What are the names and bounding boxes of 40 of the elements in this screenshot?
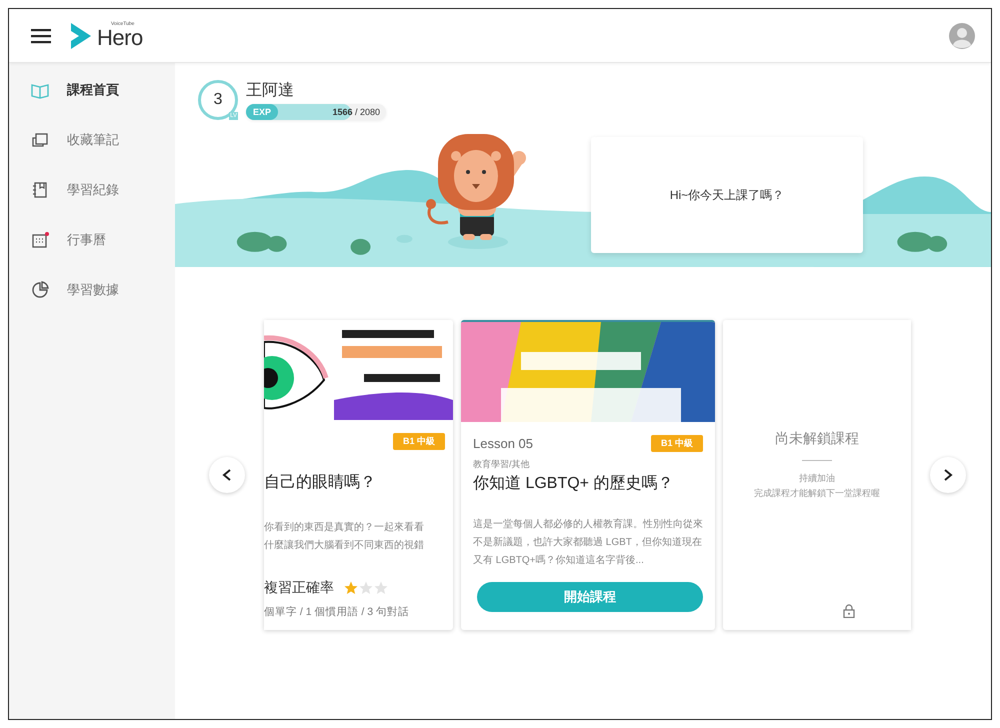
- star-icon: [359, 581, 373, 595]
- sidebar-item[interactable]: 學習紀錄: [9, 165, 175, 215]
- exp-count: 1566 / 2080: [332, 107, 380, 117]
- description-line: 你看到的東西是真實的？一起來看看: [264, 520, 425, 535]
- star-icon: [344, 581, 358, 595]
- previous-button[interactable]: [209, 457, 245, 493]
- exp-label: EXP: [246, 104, 278, 120]
- sidebar-item[interactable]: 學習數據: [9, 265, 175, 315]
- menu-icon[interactable]: [31, 28, 51, 44]
- play-triangle-icon: [69, 20, 93, 50]
- course-category: 教育學習/其他: [473, 458, 531, 471]
- locked-message: 持續加油: [799, 472, 835, 484]
- level-badge: B1 中級: [650, 434, 703, 452]
- locked-message: 完成課程才能解鎖下一堂課程喔: [754, 486, 880, 500]
- notes-icon: [31, 131, 49, 149]
- start-course-button[interactable]: 開始課程: [477, 582, 703, 612]
- logo-text: Hero: [97, 27, 143, 49]
- course-title: 自己的眼睛嗎？: [264, 472, 377, 493]
- calendar-icon: [31, 231, 49, 249]
- book-icon: [31, 81, 49, 99]
- sidebar-item[interactable]: 行事曆: [9, 215, 175, 265]
- course-title: 你知道 LGBTQ+ 的歷史嗎？: [473, 474, 674, 494]
- sidebar-item[interactable]: 收藏筆記: [9, 115, 175, 165]
- pie-chart-icon: [31, 281, 49, 299]
- course-summary: 個單字 / 1 個慣用語 / 3 句對話: [264, 605, 410, 619]
- next-button[interactable]: [930, 457, 966, 493]
- level-badge: B1 中級: [392, 432, 445, 450]
- rating-label: 複習正確率: [264, 579, 334, 597]
- chevron-left-icon: [222, 469, 232, 481]
- lock-icon: [843, 604, 855, 618]
- description-line: 什麼讓我們大腦看到不同東西的視錯: [264, 538, 425, 553]
- speech-bubble: Hi~你今天上課了嗎？: [591, 137, 863, 253]
- locked-title: 尚未解鎖課程: [775, 430, 859, 448]
- lesson-number: Lesson 05: [473, 436, 533, 450]
- sidebar-item[interactable]: 課程首頁: [9, 65, 175, 115]
- notebook-icon: [31, 181, 49, 199]
- star-icon: [374, 581, 388, 595]
- chevron-right-icon: [943, 469, 953, 481]
- course-description: 這是一堂每個人都必修的人權教育課。性別性向從來不是新議題，也許大家都聽過 LGBT，但你知道現在又有 LGBTQ+嗎？你知道這名字背後...: [473, 518, 703, 568]
- user-name: 王阿達: [246, 80, 295, 101]
